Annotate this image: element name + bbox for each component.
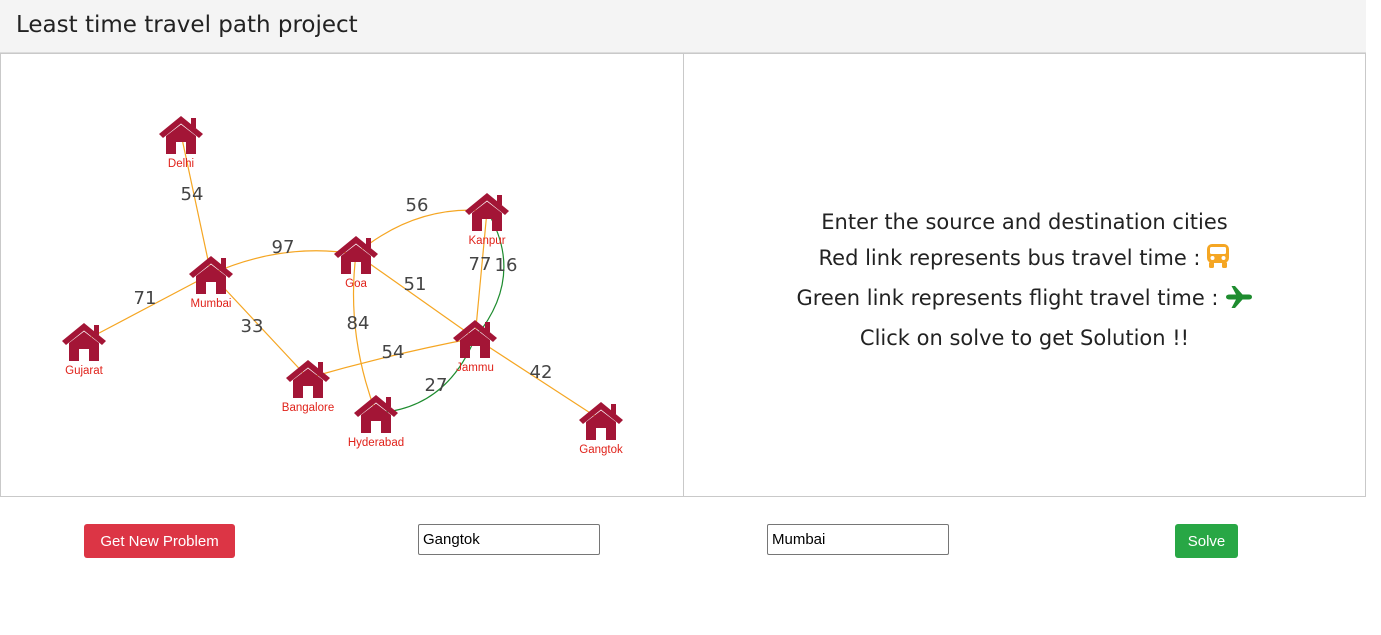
instruction-line-1: Enter the source and destination cities bbox=[684, 204, 1365, 240]
house-icon bbox=[286, 360, 330, 398]
edge-goa-kanpur-bus bbox=[355, 209, 488, 255]
solve-button[interactable]: Solve bbox=[1175, 524, 1238, 558]
city-label-bangalore: Bangalore bbox=[282, 402, 334, 414]
instruction-text-3: Green link represents flight travel time… bbox=[796, 286, 1219, 310]
airplane-icon bbox=[1225, 284, 1253, 320]
city-label-gangtok: Gangtok bbox=[579, 444, 623, 456]
get-new-problem-button[interactable]: Get New Problem bbox=[84, 524, 235, 558]
house-icon bbox=[159, 116, 203, 154]
city-node-hyderabad: Hyderabad bbox=[348, 395, 404, 449]
city-graph: 54 97 71 33 56 51 84 77 16 54 27 42 Delhi Kanpur Goa M… bbox=[62, 116, 623, 456]
city-node-delhi: Delhi bbox=[159, 116, 203, 170]
edge-weight-mumbai-gujarat-bus: 71 bbox=[134, 288, 157, 309]
city-node-gujarat: Gujarat bbox=[62, 323, 106, 377]
house-icon bbox=[189, 256, 233, 294]
instruction-line-3: Green link represents flight travel time… bbox=[684, 280, 1365, 320]
edge-weight-bangalore-jammu-bus: 54 bbox=[382, 342, 405, 363]
city-node-mumbai: Mumbai bbox=[189, 256, 233, 310]
edge-weight-mumbai-goa-bus: 97 bbox=[272, 237, 295, 258]
source-city-input[interactable] bbox=[418, 524, 600, 555]
edge-weight-delhi-mumbai-bus: 54 bbox=[181, 184, 204, 205]
instruction-text-4: Click on solve to get Solution !! bbox=[859, 326, 1190, 350]
city-label-delhi: Delhi bbox=[168, 158, 194, 170]
edge-weight-goa-hyderabad-bus: 84 bbox=[347, 313, 370, 334]
edge-weight-mumbai-bangalore-bus: 33 bbox=[241, 316, 264, 337]
house-icon bbox=[62, 323, 106, 361]
city-node-bangalore: Bangalore bbox=[282, 360, 334, 414]
destination-city-input[interactable] bbox=[767, 524, 949, 555]
city-label-gujarat: Gujarat bbox=[65, 365, 104, 377]
edge-weight-kanpur-jammu-flight: 16 bbox=[495, 255, 518, 276]
instruction-text-2: Red link represents bus travel time : bbox=[818, 246, 1201, 270]
city-node-kanpur: Kanpur bbox=[465, 193, 509, 247]
house-icon bbox=[465, 193, 509, 231]
city-label-kanpur: Kanpur bbox=[468, 235, 505, 247]
page-title: Least time travel path project bbox=[16, 12, 358, 38]
edge-weight-jammu-gangtok-bus: 42 bbox=[530, 362, 553, 383]
edge-weight-goa-jammu-bus: 51 bbox=[404, 274, 427, 295]
city-label-mumbai: Mumbai bbox=[191, 298, 232, 310]
instruction-line-2: Red link represents bus travel time : bbox=[684, 240, 1365, 280]
edge-weight-kanpur-jammu-bus: 77 bbox=[469, 254, 492, 275]
instruction-line-4: Click on solve to get Solution !! bbox=[684, 320, 1365, 356]
edge-weight-hyderabad-jammu-flight: 27 bbox=[425, 375, 448, 396]
city-node-goa: Goa bbox=[334, 236, 378, 290]
graph-panel: 54 97 71 33 56 51 84 77 16 54 27 42 Delhi Kanpur Goa M… bbox=[0, 53, 684, 497]
house-icon bbox=[453, 320, 497, 358]
bus-icon bbox=[1206, 243, 1230, 280]
house-icon bbox=[579, 402, 623, 440]
city-label-jammu: Jammu bbox=[456, 362, 494, 374]
instructions: Enter the source and destination cities … bbox=[684, 204, 1365, 356]
house-icon bbox=[354, 395, 398, 433]
city-label-goa: Goa bbox=[345, 278, 367, 290]
edge-weight-goa-kanpur-bus: 56 bbox=[406, 195, 429, 216]
app-header: Least time travel path project bbox=[0, 0, 1366, 53]
info-panel: Enter the source and destination cities … bbox=[683, 53, 1366, 497]
city-label-hyderabad: Hyderabad bbox=[348, 437, 404, 449]
instruction-text-1: Enter the source and destination cities bbox=[821, 210, 1228, 234]
city-node-jammu: Jammu bbox=[453, 320, 497, 374]
edge-goa-jammu-bus bbox=[355, 253, 476, 339]
